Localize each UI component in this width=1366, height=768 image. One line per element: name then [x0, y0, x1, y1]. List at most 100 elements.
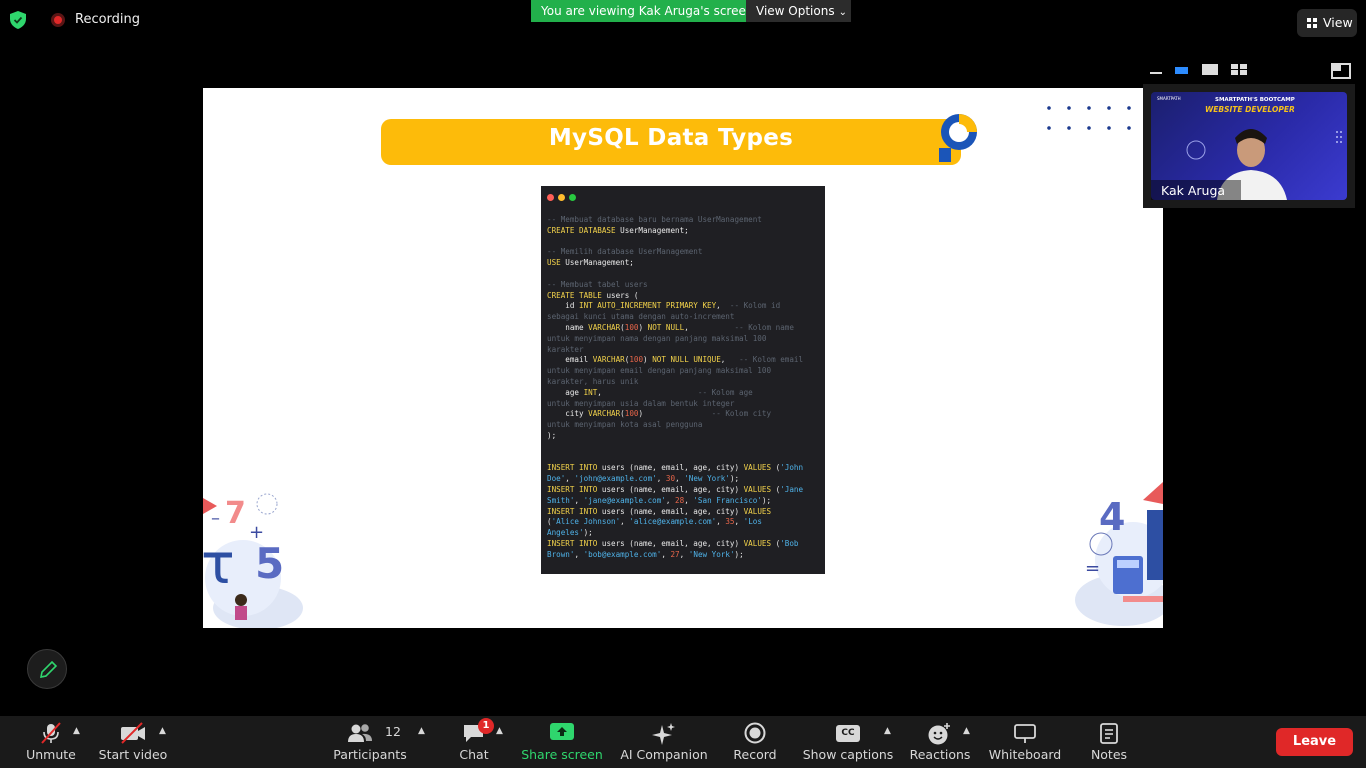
- view-button-label: View: [1323, 15, 1353, 30]
- code-token: ,: [684, 495, 694, 505]
- code-line: email VARCHAR(100) NOT NULL UNIQUE, -- K…: [547, 355, 803, 366]
- code-token: 28: [675, 495, 685, 505]
- code-token: );: [761, 495, 772, 505]
- strip-layout-icon[interactable]: [1175, 62, 1188, 76]
- code-line: -- Membuat tabel users: [547, 280, 803, 291]
- code-token: ,: [679, 549, 689, 559]
- record-button[interactable]: Record: [730, 716, 780, 768]
- math-illustration-left: 7 – + 5 τ: [203, 493, 303, 628]
- code-token: untuk menyimpan kota asal pengguna: [547, 420, 703, 430]
- annotate-button[interactable]: [27, 649, 67, 689]
- code-line: Angeles');: [547, 528, 803, 539]
- rocket-logo-icon: [925, 114, 977, 162]
- chat-caret-icon[interactable]: ▲: [496, 726, 503, 736]
- math-illustration-right: 4 =: [1075, 482, 1163, 626]
- hide-video-panel-icon[interactable]: [1331, 62, 1351, 79]
- code-token: (: [771, 463, 781, 473]
- code-token: );: [547, 430, 557, 440]
- notes-button[interactable]: Notes: [1086, 716, 1132, 768]
- leave-button[interactable]: Leave: [1276, 728, 1353, 756]
- video-camera-off-icon: [121, 722, 145, 744]
- code-line: CREATE DATABASE UserManagement;: [547, 226, 803, 237]
- code-token: INSERT INTO: [547, 506, 598, 516]
- ai-companion-label: AI Companion: [620, 747, 708, 762]
- code-token: NOT NULL: [647, 322, 685, 332]
- code-token: 'bob@example.com': [583, 549, 662, 559]
- share-screen-button[interactable]: Share screen: [520, 716, 604, 768]
- whiteboard-label: Whiteboard: [988, 747, 1062, 762]
- record-label: Record: [733, 747, 777, 762]
- code-token: id: [547, 301, 580, 311]
- code-token: ,: [684, 322, 735, 332]
- gallery-layout-icon[interactable]: [1231, 62, 1247, 76]
- code-line: untuk menyimpan kota asal pengguna: [547, 420, 803, 431]
- code-token: UserManagement;: [560, 258, 634, 268]
- chat-button[interactable]: 1 Chat: [454, 716, 494, 768]
- code-token: UserManagement;: [615, 225, 689, 235]
- captions-caret-icon[interactable]: ▲: [884, 726, 891, 736]
- code-token: 100: [624, 322, 639, 332]
- code-token: VALUES: [743, 463, 772, 473]
- code-token: VARCHAR: [592, 355, 625, 365]
- code-line: untuk menyimpan email dengan panjang mak…: [547, 366, 803, 377]
- reactions-button[interactable]: Reactions: [908, 716, 972, 768]
- chat-label: Chat: [459, 747, 489, 762]
- code-token: karakter: [547, 344, 584, 354]
- code-token: Brown': [547, 549, 575, 559]
- video-options-caret-icon[interactable]: ▲: [159, 726, 166, 736]
- code-line: INSERT INTO users (name, email, age, cit…: [547, 485, 803, 496]
- audio-options-caret-icon[interactable]: ▲: [73, 726, 80, 736]
- reactions-label: Reactions: [909, 747, 971, 762]
- recording-icon[interactable]: [51, 13, 65, 27]
- code-token: USE: [547, 258, 561, 268]
- recording-label[interactable]: Recording: [75, 12, 140, 27]
- code-token: 100: [624, 409, 639, 419]
- code-line: );: [547, 431, 803, 442]
- speaker-layout-icon[interactable]: [1202, 62, 1218, 76]
- whiteboard-button[interactable]: Whiteboard: [986, 716, 1064, 768]
- minimize-video-icon[interactable]: [1150, 62, 1162, 76]
- view-button[interactable]: View: [1297, 9, 1357, 37]
- code-line: Smith', 'jane@example.com', 28, 'San Fra…: [547, 496, 803, 507]
- start-video-button[interactable]: Start video: [97, 716, 169, 768]
- participant-name: Kak Aruga: [1161, 183, 1226, 198]
- code-line: untuk menyimpan nama dengan panjang maks…: [547, 334, 803, 345]
- code-token: (: [771, 538, 781, 548]
- code-token: ,: [716, 517, 726, 527]
- show-captions-label: Show captions: [802, 747, 894, 762]
- security-shield-icon[interactable]: [10, 11, 26, 29]
- svg-text:=: =: [1085, 558, 1100, 579]
- code-line: city VARCHAR(100) -- Kolom city: [547, 409, 803, 420]
- reactions-caret-icon[interactable]: ▲: [963, 726, 970, 736]
- participants-count: 12: [385, 724, 401, 739]
- code-token: Angeles': [547, 528, 584, 538]
- code-token: VARCHAR: [588, 322, 621, 332]
- participants-icon: [347, 724, 372, 742]
- code-token: 'jane@example.com': [583, 495, 666, 505]
- code-token: -- Kolom id: [729, 301, 781, 311]
- captions-icon: CC: [836, 725, 860, 742]
- code-token: 'John: [780, 463, 804, 473]
- ai-companion-button[interactable]: AI Companion: [618, 716, 710, 768]
- code-line: age INT, -- Kolom age: [547, 388, 803, 399]
- code-token: ,: [574, 495, 584, 505]
- participants-caret-icon[interactable]: ▲: [418, 726, 425, 736]
- unmute-button[interactable]: Unmute: [20, 716, 82, 768]
- window-minimize-dot: [558, 194, 565, 201]
- code-token: INSERT INTO: [547, 538, 598, 548]
- participant-video-tile[interactable]: SMARTPATH SMARTPATH'S BOOTCAMP WEBSITE D…: [1143, 84, 1355, 208]
- code-token: );: [583, 528, 593, 538]
- code-token: untuk menyimpan email dengan panjang mak…: [547, 366, 772, 376]
- code-token: 'alice@example.com': [629, 517, 717, 527]
- view-options-label: View Options: [756, 4, 835, 18]
- code-token: INT: [583, 387, 598, 397]
- code-token: INSERT INTO: [547, 484, 598, 494]
- view-options-button[interactable]: View Options ⌄: [746, 0, 851, 22]
- sparkle-icon: [652, 723, 675, 745]
- code-token: karakter, harus unik: [547, 376, 639, 386]
- code-token: );: [729, 474, 740, 484]
- show-captions-button[interactable]: CC Show captions: [802, 716, 894, 768]
- code-line: INSERT INTO users (name, email, age, cit…: [547, 539, 803, 550]
- participants-button[interactable]: 12 Participants: [333, 716, 407, 768]
